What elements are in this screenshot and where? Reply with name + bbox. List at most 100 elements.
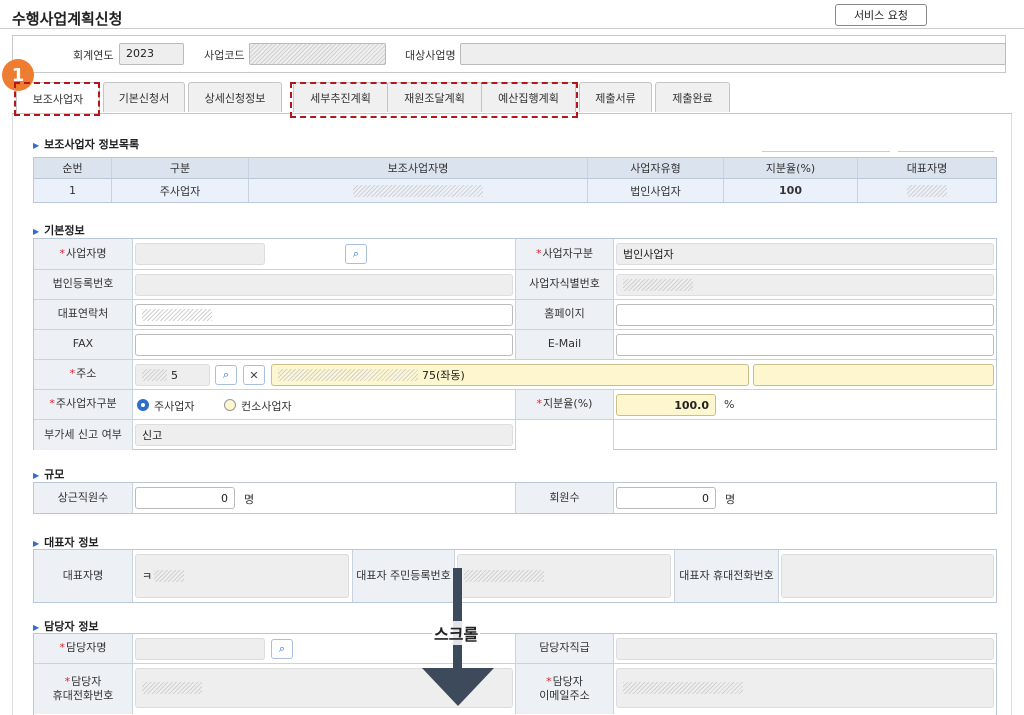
- search-icon[interactable]: ⌕: [271, 639, 293, 659]
- manager-mobile-label: *담당자 휴대전화번호: [34, 664, 133, 714]
- form-row: * 주소 5 ⌕ ✕ 75(좌동): [34, 360, 996, 390]
- form-row: 부가세 신고 여부 신고: [34, 420, 996, 450]
- masked-value: [142, 682, 202, 694]
- search-conditions: 회계연도 2023 사업코드 대상사업명: [12, 35, 1006, 73]
- address-value: 75(좌동): [422, 369, 465, 382]
- close-icon[interactable]: ✕: [243, 365, 265, 385]
- section-title-text: 보조사업자 정보목록: [44, 138, 140, 151]
- business-id-field: [616, 274, 994, 296]
- section-marker-icon: ▶: [33, 623, 40, 632]
- masked-value: [154, 570, 185, 582]
- radio-consortium-operator[interactable]: [224, 399, 236, 411]
- members-unit: 명: [725, 493, 736, 506]
- members-field[interactable]: 0: [616, 487, 716, 509]
- section-title-text: 규모: [44, 468, 65, 481]
- manager-position-field[interactable]: [616, 638, 994, 660]
- vat-field: 신고: [135, 424, 513, 446]
- scroll-hint-label: 스크롤: [432, 621, 481, 645]
- highlight-box-tab: [14, 82, 100, 116]
- fulltime-label: 상근직원수: [34, 483, 133, 513]
- contact-label: 대표연락처: [34, 300, 133, 329]
- form-row: * 주사업자구분 주사업자 컨소사업자 * 지분율(%) 100.0 %: [34, 390, 996, 420]
- homepage-field[interactable]: [616, 304, 994, 326]
- table-row[interactable]: 1 주사업자 법인사업자 100: [33, 179, 997, 203]
- business-type-field: 법인사업자: [616, 243, 994, 265]
- target-project-field[interactable]: [460, 43, 1006, 65]
- rep-mobile-label: 대표자 휴대전화번호: [674, 550, 779, 602]
- share-field[interactable]: 100.0: [616, 394, 716, 416]
- radio-main-operator[interactable]: [137, 399, 149, 411]
- column-header: 대표자명: [906, 162, 948, 175]
- target-project-label: 대상사업명: [405, 49, 456, 62]
- masked-value: [278, 369, 418, 381]
- representative-form: 대표자명 ㅋ 대표자 주민등록번호 대표자 휴대전화번호: [33, 549, 997, 603]
- masked-value: [353, 184, 483, 197]
- contact-field[interactable]: [135, 304, 513, 326]
- business-name-field[interactable]: [135, 243, 265, 265]
- table-cell: [858, 179, 996, 202]
- form-row: 상근직원수 0 명 회원수 0 명: [34, 483, 996, 513]
- table-cell: 1: [34, 179, 112, 202]
- fiscal-year-field[interactable]: 2023: [119, 43, 184, 65]
- zip-value: 5: [171, 368, 178, 382]
- basic-info-form: * 사업자명 ⌕ * 사업자구분 법인사업자 법인등록번호 사업자식별번호 대표연락…: [33, 238, 997, 450]
- form-row: 대표자명 ㅋ 대표자 주민등록번호 대표자 휴대전화번호: [34, 550, 996, 602]
- section-title-text: 담당자 정보: [44, 620, 99, 633]
- manager-name-field[interactable]: [135, 638, 265, 660]
- manager-position-label: 담당자직급: [515, 634, 614, 663]
- tab-detail-application[interactable]: 상세신청정보: [188, 82, 282, 112]
- empty-label-cell: [515, 420, 614, 450]
- rep-name-value: ㅋ: [142, 570, 153, 583]
- section-title-basic: ▶ 기본정보: [33, 222, 85, 238]
- rep-name-label: 대표자명: [34, 550, 133, 602]
- fulltime-unit: 명: [244, 493, 255, 506]
- section-marker-icon: ▶: [33, 471, 40, 480]
- fax-label: FAX: [34, 330, 133, 359]
- form-row: *담당자 휴대전화번호 *담당자 이메일주소: [34, 664, 996, 714]
- section-marker-icon: ▶: [33, 539, 40, 548]
- corp-reg-label: 법인등록번호: [34, 270, 133, 299]
- title-divider: [0, 28, 1024, 29]
- table-cell: 100: [724, 179, 858, 202]
- manager-email-field[interactable]: [616, 668, 994, 708]
- corp-reg-field: [135, 274, 513, 296]
- radio-main-label: 주사업자: [154, 400, 195, 413]
- main-type-label: * 주사업자구분: [34, 390, 133, 419]
- divider: [898, 151, 994, 152]
- masked-value: [142, 309, 212, 321]
- zip-field: 5: [135, 364, 210, 386]
- fiscal-year-label: 회계연도: [73, 49, 114, 62]
- service-request-button[interactable]: 서비스 요청: [835, 4, 927, 26]
- column-header: 순번: [34, 158, 112, 178]
- form-row: * 담당자명 ⌕ 담당자직급: [34, 634, 996, 664]
- vat-label: 부가세 신고 여부: [34, 420, 133, 450]
- tab-submit-docs[interactable]: 제출서류: [579, 82, 652, 112]
- scale-form: 상근직원수 0 명 회원수 0 명: [33, 482, 997, 514]
- section-title-manager: ▶ 담당자 정보: [33, 618, 99, 634]
- business-id-label: 사업자식별번호: [515, 270, 614, 299]
- address-label: * 주소: [34, 360, 133, 389]
- search-icon[interactable]: ⌕: [215, 365, 237, 385]
- table-cell: 법인사업자: [588, 179, 724, 202]
- tab-basic-application[interactable]: 기본신청서: [103, 82, 185, 112]
- column-header: 지분율(%): [724, 158, 858, 178]
- section-title-text: 기본정보: [44, 224, 85, 237]
- form-row: * 사업자명 ⌕ * 사업자구분 법인사업자: [34, 239, 996, 270]
- tab-submit-complete[interactable]: 제출완료: [655, 82, 730, 112]
- address-detail-field[interactable]: [753, 364, 994, 386]
- page-title: 수행사업계획신청: [12, 10, 123, 28]
- business-name-label: * 사업자명: [34, 239, 133, 269]
- form-row: FAX E-Mail: [34, 330, 996, 360]
- masked-value: [623, 279, 693, 291]
- email-field[interactable]: [616, 334, 994, 356]
- fax-field[interactable]: [135, 334, 513, 356]
- address-field[interactable]: 75(좌동): [271, 364, 749, 386]
- members-label: 회원수: [515, 483, 614, 513]
- project-code-field[interactable]: [249, 43, 386, 65]
- masked-value: [623, 682, 743, 694]
- fulltime-field[interactable]: 0: [135, 487, 235, 509]
- subsidy-list-header: 순번 구분 보조사업자명 사업자유형 지분율(%) 대표자명: [33, 157, 997, 179]
- section-marker-icon: ▶: [33, 227, 40, 236]
- business-type-label: * 사업자구분: [515, 239, 614, 269]
- search-icon[interactable]: ⌕: [345, 244, 367, 264]
